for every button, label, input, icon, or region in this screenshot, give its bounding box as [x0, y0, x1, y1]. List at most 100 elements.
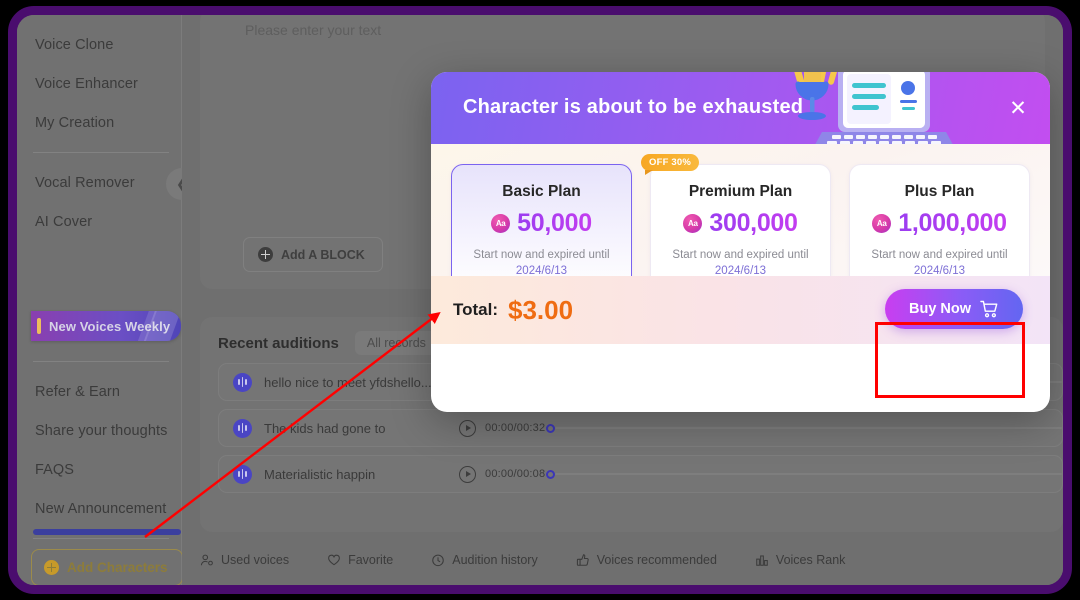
tab-voices-rank[interactable]: Voices Rank	[755, 553, 845, 567]
plan-subtitle: Start now and expired until	[871, 249, 1007, 261]
sidebar-item-refer-earn[interactable]: Refer & Earn	[17, 372, 181, 411]
microphone-laptop-illustration	[760, 72, 960, 144]
sidebar-item-label: Voice Enhancer	[35, 76, 138, 92]
shopping-cart-icon	[980, 300, 999, 318]
sidebar-item-label: AI Cover	[35, 214, 92, 230]
plan-amount: 1,000,000	[898, 209, 1007, 238]
total-label: Total:	[453, 300, 498, 320]
audio-slider-knob[interactable]	[546, 470, 555, 479]
new-voices-weekly-banner[interactable]: New Voices Weekly	[31, 311, 181, 341]
tab-label: Used voices	[221, 553, 289, 567]
all-records-filter[interactable]: All records	[355, 331, 438, 355]
plan-card-plus[interactable]: Plus Plan Aa 1,000,000 Start now and exp…	[849, 164, 1030, 292]
plan-amount-row: Aa 50,000	[491, 209, 592, 238]
sidebar-item-label: Vocal Remover	[35, 175, 135, 191]
plan-amount-row: Aa 300,000	[683, 209, 797, 238]
plan-card-premium[interactable]: OFF 30% Premium Plan Aa 300,000 Start no…	[650, 164, 831, 292]
add-a-block-button[interactable]: Add A BLOCK	[243, 237, 383, 272]
modal-title: Character is about to be exhausted	[463, 96, 803, 119]
plan-name: Basic Plan	[502, 183, 580, 201]
audio-slider-track[interactable]	[555, 427, 1062, 430]
tab-audition-history[interactable]: Audition history	[431, 553, 537, 567]
character-usage-bar	[33, 529, 181, 535]
sidebar-item-ai-cover[interactable]: AI Cover	[17, 202, 181, 241]
annotation-highlight-box	[875, 322, 1025, 398]
add-block-label: Add A BLOCK	[281, 248, 365, 262]
sidebar-item-new-announcement[interactable]: New Announcement	[17, 489, 181, 528]
character-token-icon: Aa	[491, 214, 510, 233]
play-icon[interactable]	[459, 420, 476, 437]
buy-now-label: Buy Now	[909, 301, 971, 317]
play-icon[interactable]	[459, 466, 476, 483]
bar-chart-icon	[755, 553, 769, 567]
tab-label: Favorite	[348, 553, 393, 567]
device-frame: Voice Clone Voice Enhancer My Creation V…	[8, 6, 1072, 594]
auditions-title: Recent auditions	[218, 335, 339, 352]
sidebar-item-label: FAQS	[35, 462, 74, 478]
plan-name: Premium Plan	[689, 183, 792, 201]
footer-tab-bar: Used voices Favorite	[200, 553, 845, 567]
plan-amount-row: Aa 1,000,000	[872, 209, 1007, 238]
audition-title: Materialistic happin	[264, 467, 375, 482]
plan-subtitle: Start now and expired until	[473, 249, 609, 261]
sidebar-item-faqs[interactable]: FAQS	[17, 450, 181, 489]
plan-amount: 300,000	[709, 209, 797, 238]
close-icon[interactable]: ✕	[1006, 96, 1030, 120]
app-window: Voice Clone Voice Enhancer My Creation V…	[17, 15, 1063, 585]
audition-title: The kids had gone to	[264, 421, 385, 436]
sidebar-divider-1	[33, 152, 169, 153]
sidebar-item-share-thoughts[interactable]: Share your thoughts	[17, 411, 181, 450]
screenshot-stage: Voice Clone Voice Enhancer My Creation V…	[0, 0, 1080, 600]
audition-time: 00:00/00:32	[485, 422, 545, 434]
sidebar-divider-3	[33, 538, 169, 539]
table-row[interactable]: The kids had gone to 00:00/00:32	[218, 409, 1063, 447]
sidebar-item-label: Voice Clone	[35, 37, 114, 53]
audition-time: 00:00/00:08	[485, 468, 545, 480]
add-characters-button[interactable]: Add Characters	[31, 549, 183, 586]
banner-accent-bar	[37, 318, 41, 334]
sidebar-item-label: Share your thoughts	[35, 423, 168, 439]
sidebar-item-label: New Announcement	[35, 501, 166, 517]
character-token-icon: Aa	[683, 214, 702, 233]
waveform-icon	[233, 419, 252, 438]
sidebar-item-voice-clone[interactable]: Voice Clone	[17, 25, 181, 64]
editor-placeholder-text[interactable]: Please enter your text	[245, 22, 381, 38]
modal-body: Basic Plan Aa 50,000 Start now and expir…	[431, 144, 1050, 344]
used-voices-icon	[200, 553, 214, 567]
plan-card-basic[interactable]: Basic Plan Aa 50,000 Start now and expir…	[451, 164, 632, 292]
tab-label: Audition history	[452, 553, 537, 567]
tab-used-voices[interactable]: Used voices	[200, 553, 289, 567]
sidebar-item-label: Refer & Earn	[35, 384, 120, 400]
all-records-label: All records	[367, 336, 426, 350]
plan-subtitle: Start now and expired until	[672, 249, 808, 261]
tab-label: Voices recommended	[597, 553, 717, 567]
plus-icon	[44, 560, 59, 575]
plus-icon	[258, 247, 273, 262]
discount-badge: OFF 30%	[641, 154, 699, 171]
plan-name: Plus Plan	[905, 183, 975, 201]
add-characters-label: Add Characters	[67, 560, 168, 575]
audition-title: hello nice to meet yfdshello...	[264, 375, 432, 390]
sidebar-item-vocal-remover[interactable]: Vocal Remover	[17, 163, 181, 202]
tab-favorite[interactable]: Favorite	[327, 553, 393, 567]
audio-slider-track[interactable]	[555, 473, 1062, 476]
sidebar-item-label: My Creation	[35, 115, 114, 131]
plan-list: Basic Plan Aa 50,000 Start now and expir…	[451, 164, 1030, 292]
character-token-icon: Aa	[872, 214, 891, 233]
sidebar-divider-2	[33, 361, 169, 362]
audio-slider-knob[interactable]	[546, 424, 555, 433]
plan-amount: 50,000	[517, 209, 592, 238]
thumbs-up-icon	[576, 553, 590, 567]
sidebar-item-my-creation[interactable]: My Creation	[17, 103, 181, 142]
waveform-icon	[233, 373, 252, 392]
total-value: $3.00	[508, 295, 573, 326]
sidebar-item-voice-enhancer[interactable]: Voice Enhancer	[17, 64, 181, 103]
tab-label: Voices Rank	[776, 553, 845, 567]
waveform-icon	[233, 465, 252, 484]
modal-header: Character is about to be exhausted	[431, 72, 1050, 144]
tab-voices-recommended[interactable]: Voices recommended	[576, 553, 717, 567]
table-row[interactable]: Materialistic happin 00:00/00:08	[218, 455, 1063, 493]
sidebar: Voice Clone Voice Enhancer My Creation V…	[17, 15, 182, 585]
heart-icon	[327, 553, 341, 567]
clock-icon	[431, 553, 445, 567]
